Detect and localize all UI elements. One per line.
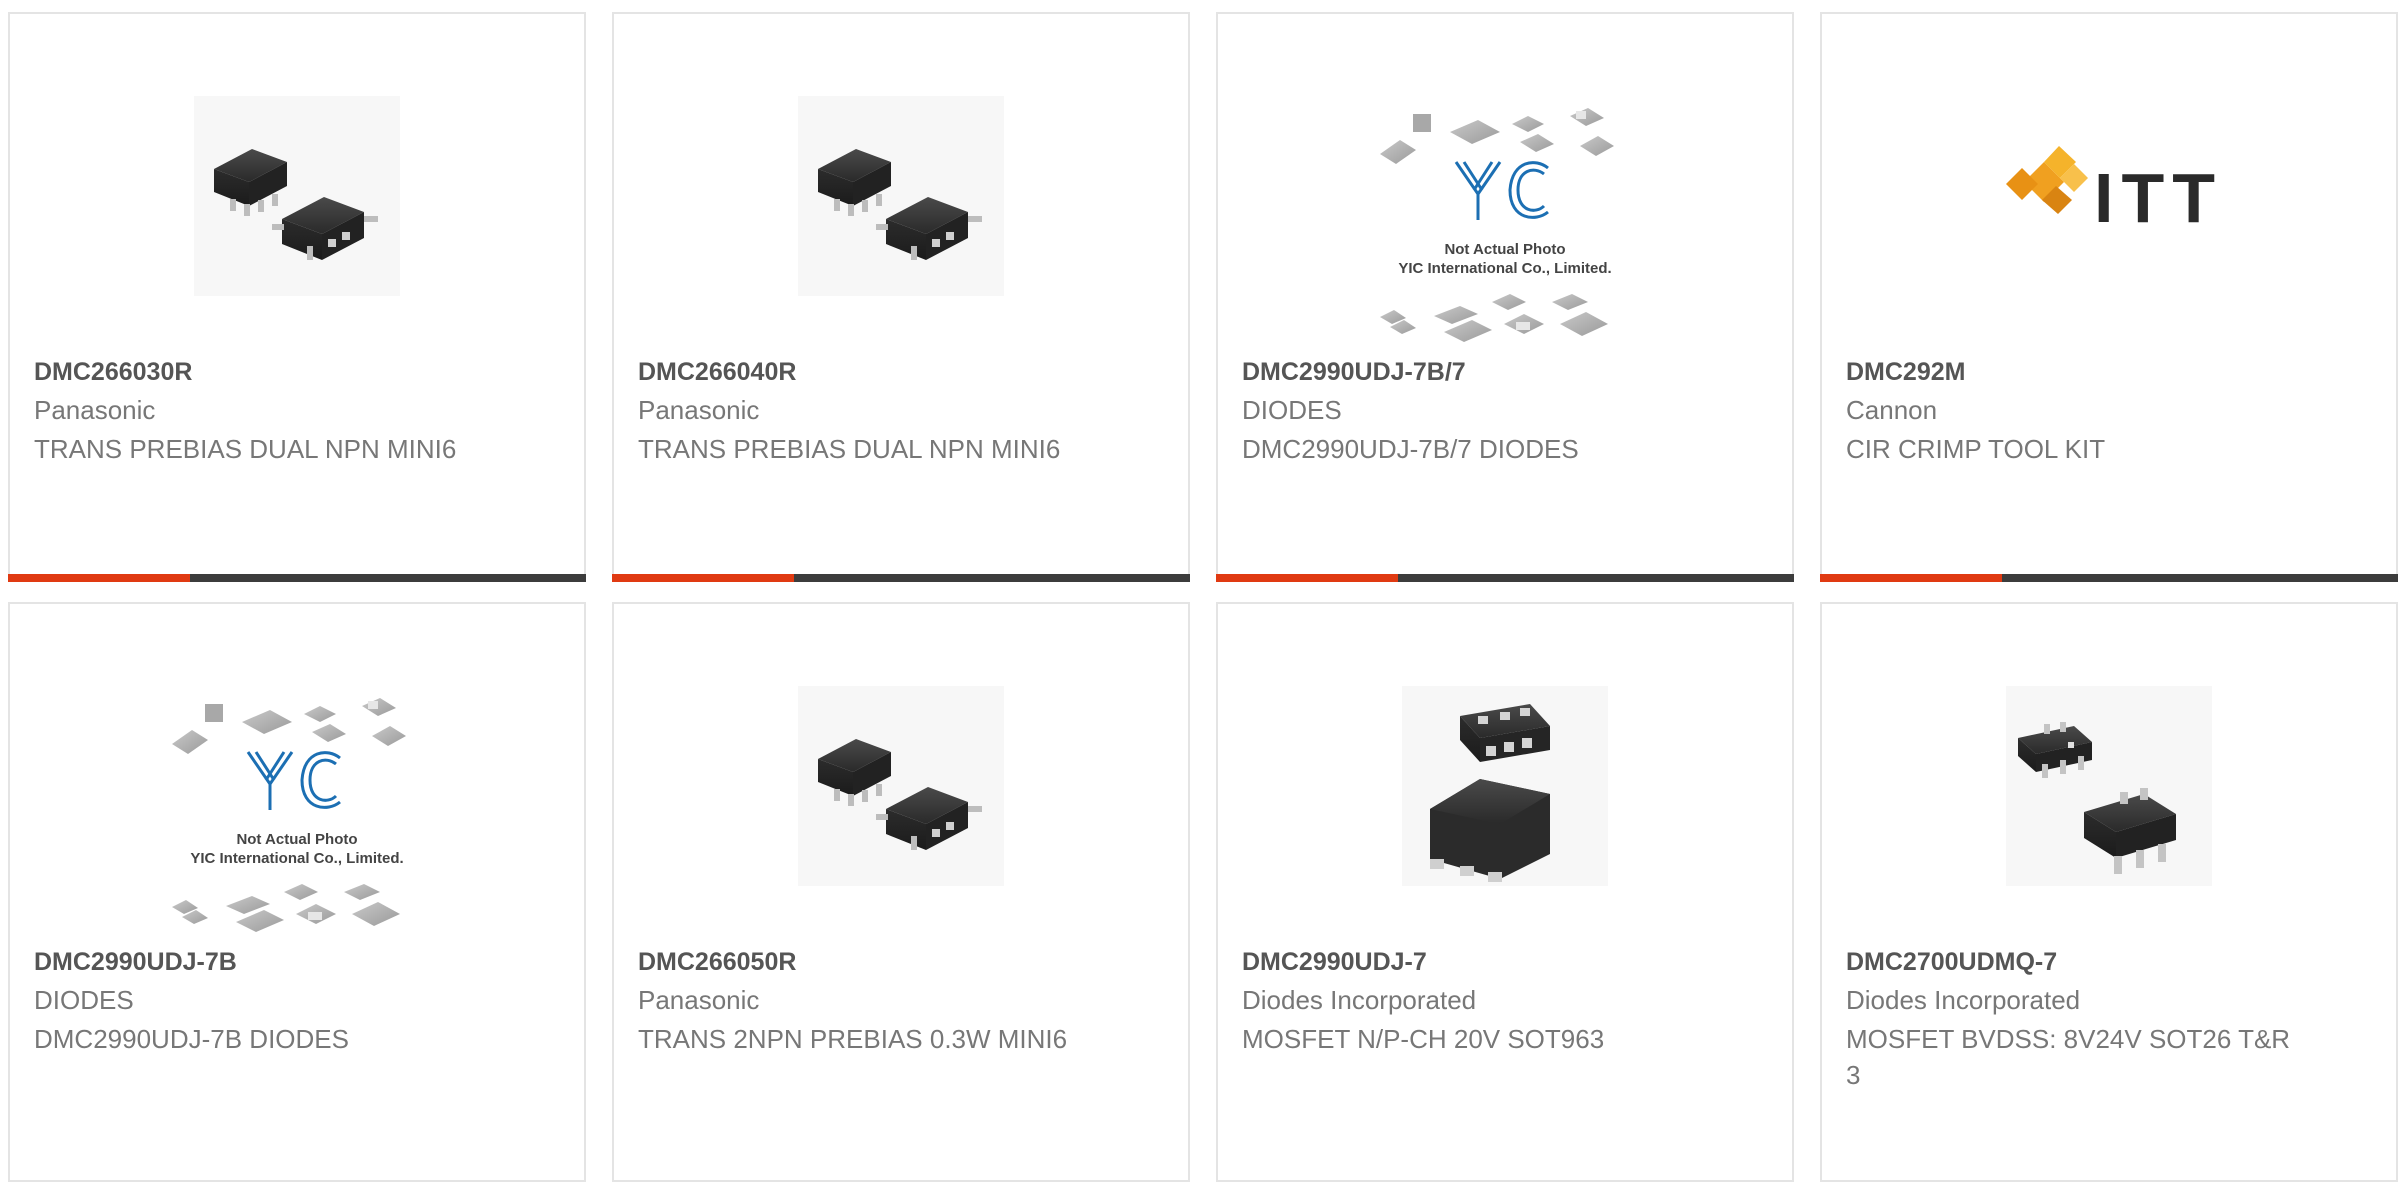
product-card[interactable]: DMC266050R Panasonic TRANS 2NPN PREBIAS … [612,602,1190,1182]
card-progress-bar [1820,574,2398,582]
product-image[interactable]: Not Actual Photo YIC International Co., … [1360,102,1650,352]
product-card[interactable]: DMC266040R Panasonic TRANS PREBIAS DUAL … [612,12,1190,582]
product-image[interactable] [152,74,442,324]
product-card[interactable]: Not Actual Photo YIC International Co., … [1216,12,1794,582]
manufacturer: Panasonic [638,395,760,425]
part-number[interactable]: DMC266050R [638,948,796,977]
description: TRANS PREBIAS DUAL NPN MINI6 [34,434,457,464]
product-card[interactable]: Not Actual Photo YIC International Co., … [8,602,586,1182]
part-number[interactable]: DMC266030R [34,358,192,387]
card-progress-bar [8,574,586,582]
description: DMC2990UDJ-7B/7 DIODES [1242,434,1579,464]
manufacturer: Diodes Incorporated [1242,985,1477,1015]
product-image[interactable] [1360,664,1650,914]
product-card[interactable]: DMC2990UDJ-7 Diodes Incorporated MOSFET … [1216,602,1794,1182]
product-image[interactable] [756,664,1046,914]
placeholder-caption: Not Actual Photo [1444,241,1565,258]
description: TRANS 2NPN PREBIAS 0.3W MINI6 [638,1024,1068,1054]
product-image[interactable] [1964,664,2254,914]
description: TRANS PREBIAS DUAL NPN MINI6 [638,434,1061,464]
placeholder-caption: YIC International Co., Limited. [1398,260,1611,277]
card-progress-bar [1216,574,1794,582]
manufacturer: Diodes Incorporated [1846,985,2081,1015]
product-card[interactable]: ITT DMC292M Cannon CIR CRIMP TOOL KIT [1820,12,2398,582]
product-image[interactable]: ITT [1964,74,2254,324]
description: MOSFET BVDSS: 8V24V SOT26 T&R 3 [1846,1024,2291,1090]
manufacturer: DIODES [1242,395,1342,425]
description: CIR CRIMP TOOL KIT [1846,434,2106,464]
manufacturer: DIODES [34,985,134,1015]
part-number[interactable]: DMC2990UDJ-7 [1242,948,1427,977]
placeholder-caption: Not Actual Photo [236,831,357,848]
part-number[interactable]: DMC2990UDJ-7B/7 [1242,358,1466,387]
product-card[interactable]: DMC2700UDMQ-7 Diodes Incorporated MOSFET… [1820,602,2398,1182]
part-number[interactable]: DMC266040R [638,358,796,387]
product-card[interactable]: DMC266030R Panasonic TRANS PREBIAS DUAL … [8,12,586,582]
manufacturer: Panasonic [638,985,760,1015]
description: DMC2990UDJ-7B DIODES [34,1024,349,1054]
product-grid: DMC266030R Panasonic TRANS PREBIAS DUAL … [0,0,2400,1182]
card-progress-bar [612,574,1190,582]
part-number[interactable]: DMC2700UDMQ-7 [1846,948,2057,977]
product-image[interactable] [756,74,1046,324]
product-image[interactable]: Not Actual Photo YIC International Co., … [152,692,442,942]
itt-logo-text: ITT [2094,159,2223,237]
description: MOSFET N/P-CH 20V SOT963 [1242,1024,1605,1054]
part-number[interactable]: DMC292M [1846,358,1965,387]
placeholder-caption: YIC International Co., Limited. [190,850,403,867]
part-number[interactable]: DMC2990UDJ-7B [34,948,237,977]
manufacturer: Cannon [1846,395,1938,425]
manufacturer: Panasonic [34,395,156,425]
